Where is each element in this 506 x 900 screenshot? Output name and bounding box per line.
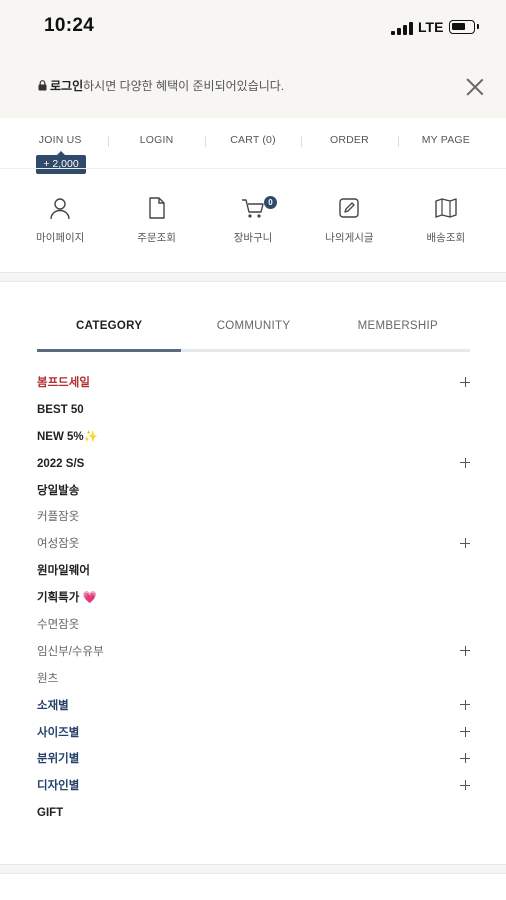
category-label: NEW 5%✨ bbox=[37, 430, 98, 443]
plus-icon[interactable] bbox=[460, 753, 470, 764]
category-label: 커플잠옷 bbox=[37, 511, 80, 524]
signal-icon bbox=[391, 22, 413, 35]
section-divider bbox=[0, 864, 506, 874]
quick-item-delivery[interactable]: 배송조회 bbox=[398, 195, 494, 245]
notice-text: 로그인 하시면 다양한 혜택이 준비되어있습니다. bbox=[38, 77, 284, 94]
category-item[interactable]: 소재별 bbox=[37, 695, 470, 722]
category-item[interactable]: 원마일웨어 bbox=[37, 560, 470, 587]
join-reward-badge: + 2,000 bbox=[36, 151, 86, 174]
category-label: 임신부/수유부 bbox=[37, 645, 104, 658]
join-us-link[interactable]: JOIN US bbox=[12, 134, 108, 152]
lock-icon bbox=[38, 80, 47, 91]
quick-label: 주문조회 bbox=[137, 232, 176, 244]
quick-item-mypage[interactable]: 마이페이지 bbox=[12, 195, 108, 245]
status-bar: 10:24 LTE bbox=[0, 0, 506, 55]
category-label: 기획특가 💗 bbox=[37, 592, 97, 605]
quick-menu: 마이페이지 주문조회 장바구니 나의게시글 배송조회 bbox=[12, 195, 494, 245]
category-item[interactable]: 사이즈별 bbox=[37, 722, 470, 749]
category-label: 디자인별 bbox=[37, 780, 80, 793]
quick-label: 나의게시글 bbox=[325, 232, 374, 244]
category-item[interactable]: 당일발송 bbox=[37, 480, 470, 507]
category-item[interactable]: 여성잠옷 bbox=[37, 533, 470, 560]
map-icon bbox=[435, 198, 457, 218]
cart-icon bbox=[242, 199, 264, 218]
category-label: 사이즈별 bbox=[37, 726, 80, 739]
category-label: 2022 S/S bbox=[37, 457, 85, 470]
divider bbox=[0, 168, 506, 169]
my-page-link[interactable]: MY PAGE bbox=[397, 134, 494, 152]
category-label: 소재별 bbox=[37, 699, 69, 712]
login-link[interactable]: 로그인 bbox=[50, 77, 83, 94]
category-label: 분위기별 bbox=[37, 753, 80, 766]
quick-label: 장바구니 bbox=[233, 232, 273, 244]
login-link-top[interactable]: LOGIN bbox=[108, 134, 204, 152]
quick-item-posts[interactable]: 나의게시글 bbox=[301, 195, 397, 245]
category-item[interactable]: 커플잠옷 bbox=[37, 506, 470, 533]
category-label: 원츠 bbox=[37, 672, 59, 685]
category-label: 봄프드세일 bbox=[37, 377, 90, 389]
plus-icon[interactable] bbox=[460, 645, 470, 656]
category-label: 당일발송 bbox=[37, 484, 80, 497]
tab-membership[interactable]: MEMBERSHIP bbox=[326, 320, 470, 352]
tab-category[interactable]: CATEGORY bbox=[37, 320, 181, 352]
category-list: 봄프드세일 BEST 50 NEW 5%✨ 2022 S/S 당일발송커플잠옷여성잠옷원… bbox=[37, 372, 470, 829]
category-item[interactable]: 봄프드세일 bbox=[37, 372, 470, 399]
tab-active-indicator bbox=[37, 349, 181, 352]
quick-label: 배송조회 bbox=[426, 232, 466, 244]
plus-icon[interactable] bbox=[460, 538, 470, 549]
plus-icon[interactable] bbox=[460, 457, 470, 468]
tab-community[interactable]: COMMUNITY bbox=[181, 320, 325, 352]
top-links: JOIN US LOGIN CART (0) ORDER MY PAGE bbox=[12, 134, 494, 152]
quick-item-order[interactable]: 주문조회 bbox=[108, 195, 204, 245]
document-icon bbox=[148, 197, 165, 219]
category-label: 원마일웨어 bbox=[37, 565, 90, 578]
category-item[interactable]: 임신부/수유부 bbox=[37, 641, 470, 668]
plus-icon[interactable] bbox=[460, 780, 470, 791]
login-notice: 로그인 하시면 다양한 혜택이 준비되어있습니다. bbox=[0, 55, 506, 118]
quick-label: 마이페이지 bbox=[36, 232, 85, 244]
plus-icon[interactable] bbox=[460, 377, 470, 387]
category-item[interactable]: NEW 5%✨ bbox=[37, 426, 470, 453]
network-label: LTE bbox=[418, 19, 444, 35]
battery-icon bbox=[449, 20, 479, 34]
cart-count-badge: 0 bbox=[264, 196, 277, 209]
category-item[interactable]: 기획특가 💗 bbox=[37, 587, 470, 614]
category-item[interactable]: 분위기별 bbox=[37, 748, 470, 775]
menu-tabs: CATEGORY COMMUNITY MEMBERSHIP bbox=[37, 320, 470, 352]
close-icon[interactable] bbox=[462, 74, 488, 100]
edit-icon bbox=[339, 198, 360, 218]
plus-icon[interactable] bbox=[460, 699, 470, 710]
plus-icon[interactable] bbox=[460, 726, 470, 737]
category-item[interactable]: 수면잠옷 bbox=[37, 614, 470, 641]
category-item[interactable]: BEST 50 bbox=[37, 399, 470, 426]
category-label: BEST 50 bbox=[37, 403, 84, 416]
person-icon bbox=[50, 198, 70, 220]
category-label: 여성잠옷 bbox=[37, 538, 80, 551]
quick-item-cart[interactable]: 장바구니 bbox=[205, 195, 301, 245]
notice-message: 하시면 다양한 혜택이 준비되어있습니다. bbox=[83, 79, 285, 93]
cart-link[interactable]: CART (0) bbox=[204, 134, 301, 152]
category-item[interactable]: 원츠 bbox=[37, 668, 470, 695]
status-time: 10:24 bbox=[44, 15, 95, 36]
section-divider bbox=[0, 272, 506, 282]
order-link[interactable]: ORDER bbox=[301, 134, 397, 152]
category-item[interactable]: 디자인별 bbox=[37, 775, 470, 802]
category-item[interactable]: GIFT bbox=[37, 802, 470, 829]
category-label: 수면잠옷 bbox=[37, 619, 80, 632]
category-item[interactable]: 2022 S/S bbox=[37, 453, 470, 480]
category-label: GIFT bbox=[37, 807, 64, 820]
